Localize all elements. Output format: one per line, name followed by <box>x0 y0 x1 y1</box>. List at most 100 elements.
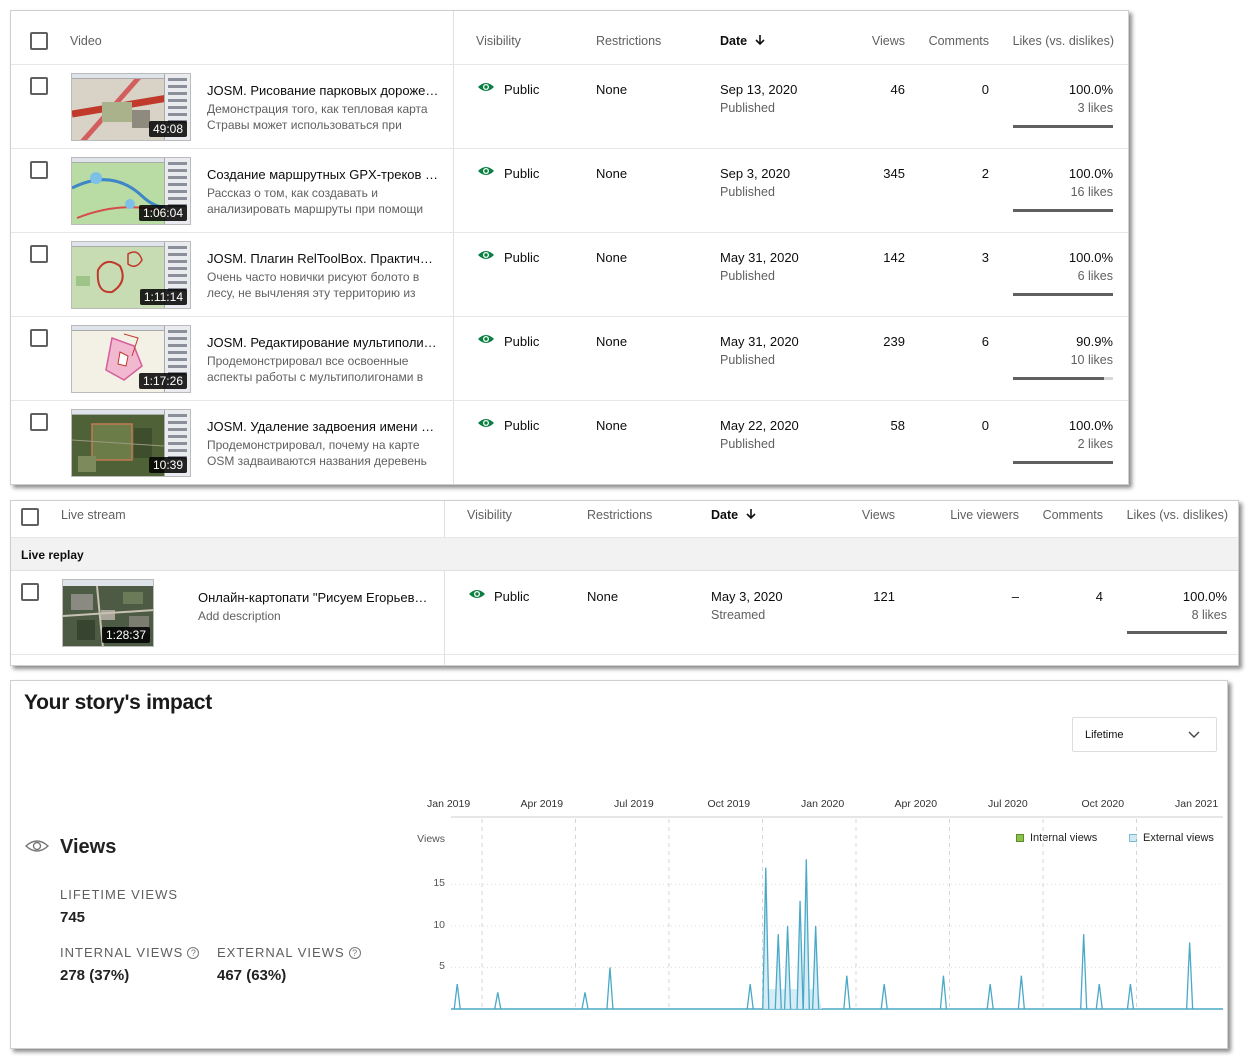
eye-icon <box>478 251 494 259</box>
duration-badge: 1:17:26 <box>138 373 187 389</box>
data-point-spike[interactable] <box>581 992 589 1010</box>
data-point-spike[interactable] <box>453 983 461 1010</box>
likes-count: 16 likes <box>1070 185 1113 199</box>
stream-description[interactable]: Add description <box>198 608 426 640</box>
live-viewers-value: – <box>1011 589 1019 604</box>
period-dropdown[interactable]: Lifetime <box>1072 717 1217 752</box>
data-point-spike[interactable] <box>746 983 754 1010</box>
data-point-spike[interactable] <box>1186 942 1194 1010</box>
header-restrictions[interactable]: Restrictions <box>596 34 661 48</box>
restrictions-value: None <box>596 418 628 433</box>
visibility-value[interactable]: Public <box>504 418 539 433</box>
help-icon[interactable]: ? <box>348 947 361 959</box>
lifetime-views-label: LIFETIME VIEWS <box>60 887 179 902</box>
video-title[interactable]: JOSM. Рисование парковых дорожек по тепл… <box>207 83 439 98</box>
video-thumbnail[interactable]: 49:08 <box>71 73 191 141</box>
video-title[interactable]: JOSM. Удаление задвоения имени деревни <box>207 419 439 434</box>
header-likes[interactable]: Likes (vs. dislikes) <box>1001 34 1114 48</box>
table-row[interactable]: 49:08 JOSM. Рисование парковых дорожек п… <box>11 65 1128 149</box>
data-point-spike[interactable] <box>1095 983 1103 1010</box>
internal-views-label: INTERNAL VIEWS? <box>60 945 200 960</box>
stream-title[interactable]: Онлайн-картопати "Рисуем Егорьевск" <box>198 590 428 605</box>
header-date[interactable]: Date <box>720 34 766 48</box>
data-point-spike[interactable] <box>986 983 994 1010</box>
visibility-value[interactable]: Public <box>504 250 539 265</box>
visibility-value[interactable]: Public <box>494 589 529 604</box>
header-live-comments[interactable]: Comments <box>1031 508 1103 522</box>
data-point-spike[interactable] <box>843 975 851 1010</box>
likes-count: 8 likes <box>1191 608 1227 622</box>
arrow-down-icon <box>755 35 765 46</box>
live-replay-section: Live replay <box>11 538 1238 571</box>
table-row[interactable]: 10:39 JOSM. Удаление задвоения имени дер… <box>11 401 1128 485</box>
header-comments[interactable]: Comments <box>916 34 989 48</box>
row-checkbox[interactable] <box>21 583 39 601</box>
status-value: Published <box>720 101 775 115</box>
header-visibility[interactable]: Visibility <box>476 34 521 48</box>
header-views[interactable]: Views <box>851 34 905 48</box>
table-row[interactable]: 1:17:26 JOSM. Редактирование мультиполиг… <box>11 317 1128 401</box>
likes-count: 10 likes <box>1070 353 1113 367</box>
views-value: 345 <box>883 166 905 181</box>
row-checkbox[interactable] <box>30 161 48 179</box>
video-thumbnail[interactable]: 10:39 <box>71 409 191 477</box>
data-point-spike[interactable] <box>880 983 888 1010</box>
visibility-value[interactable]: Public <box>504 166 539 181</box>
eye-icon <box>469 590 485 598</box>
row-checkbox[interactable] <box>30 77 48 95</box>
video-description[interactable]: Демонстрация того, как тепловая карта Ст… <box>207 101 435 133</box>
internal-views-label-text: INTERNAL VIEWS <box>60 945 184 960</box>
restrictions-value: None <box>596 82 628 97</box>
video-title[interactable]: JOSM. Плагин RelToolBox. Практическое пр… <box>207 251 439 266</box>
status-value: Streamed <box>711 608 766 622</box>
comments-value: 4 <box>1095 589 1103 604</box>
videos-table: Video Visibility Restrictions Date Views… <box>10 10 1129 485</box>
header-live-viewers[interactable]: Live viewers <box>931 508 1019 522</box>
select-all-live-checkbox[interactable] <box>21 508 39 526</box>
header-live-restrictions[interactable]: Restrictions <box>587 508 652 522</box>
date-value: May 3, 2020 <box>711 589 783 604</box>
video-thumbnail[interactable]: 1:17:26 <box>71 325 191 393</box>
video-title[interactable]: Создание маршрутных GPX-треков и их анал… <box>207 167 439 182</box>
row-checkbox[interactable] <box>30 245 48 263</box>
header-live-views[interactable]: Views <box>841 508 895 522</box>
visibility-value[interactable]: Public <box>504 82 539 97</box>
select-all-checkbox[interactable] <box>30 32 48 50</box>
comments-value: 3 <box>981 250 989 265</box>
views-value: 142 <box>883 250 905 265</box>
story-title: Your story's impact <box>24 691 212 714</box>
header-live-stream[interactable]: Live stream <box>61 508 126 522</box>
eye-icon <box>25 840 49 852</box>
data-point-spike[interactable] <box>1080 934 1088 1010</box>
row-checkbox[interactable] <box>30 413 48 431</box>
date-value: May 22, 2020 <box>720 418 799 433</box>
video-thumbnail[interactable]: 1:28:37 <box>62 579 154 647</box>
views-value: 239 <box>883 334 905 349</box>
header-date-label: Date <box>720 34 748 48</box>
data-point-spike[interactable] <box>1017 975 1025 1010</box>
row-checkbox[interactable] <box>30 329 48 347</box>
video-description[interactable]: Продемонстрировал все освоенные аспекты … <box>207 353 435 385</box>
data-point-spike[interactable] <box>939 975 948 1010</box>
video-thumbnail[interactable]: 1:11:14 <box>71 241 191 309</box>
data-point-spike[interactable] <box>494 992 502 1010</box>
header-live-date[interactable]: Date <box>711 508 757 522</box>
video-title[interactable]: JOSM. Редактирование мультиполигонов <box>207 335 439 350</box>
likes-ratio-bar <box>1013 377 1113 380</box>
table-row[interactable]: 1:28:37 Онлайн-картопати "Рисуем Егорьев… <box>11 571 1238 655</box>
video-description[interactable]: Продемонстрировал, почему на карте OSM з… <box>207 437 435 469</box>
help-icon[interactable]: ? <box>187 947 200 959</box>
video-description[interactable]: Очень часто новички рисуют болото в лесу… <box>207 269 435 301</box>
data-point-spike[interactable] <box>1126 983 1135 1010</box>
comments-value: 0 <box>981 82 989 97</box>
table-row[interactable]: 1:11:14 JOSM. Плагин RelToolBox. Практич… <box>11 233 1128 317</box>
header-live-visibility[interactable]: Visibility <box>467 508 512 522</box>
header-live-likes[interactable]: Likes (vs. dislikes) <box>1111 508 1228 522</box>
header-video[interactable]: Video <box>70 34 102 48</box>
video-thumbnail[interactable]: 1:06:04 <box>71 157 191 225</box>
video-description[interactable]: Рассказ о том, как создавать и анализиро… <box>207 185 435 217</box>
visibility-value[interactable]: Public <box>504 334 539 349</box>
data-point-spike[interactable] <box>606 967 614 1010</box>
table-row[interactable]: 1:06:04 Создание маршрутных GPX-треков и… <box>11 149 1128 233</box>
eye-icon <box>478 167 494 175</box>
